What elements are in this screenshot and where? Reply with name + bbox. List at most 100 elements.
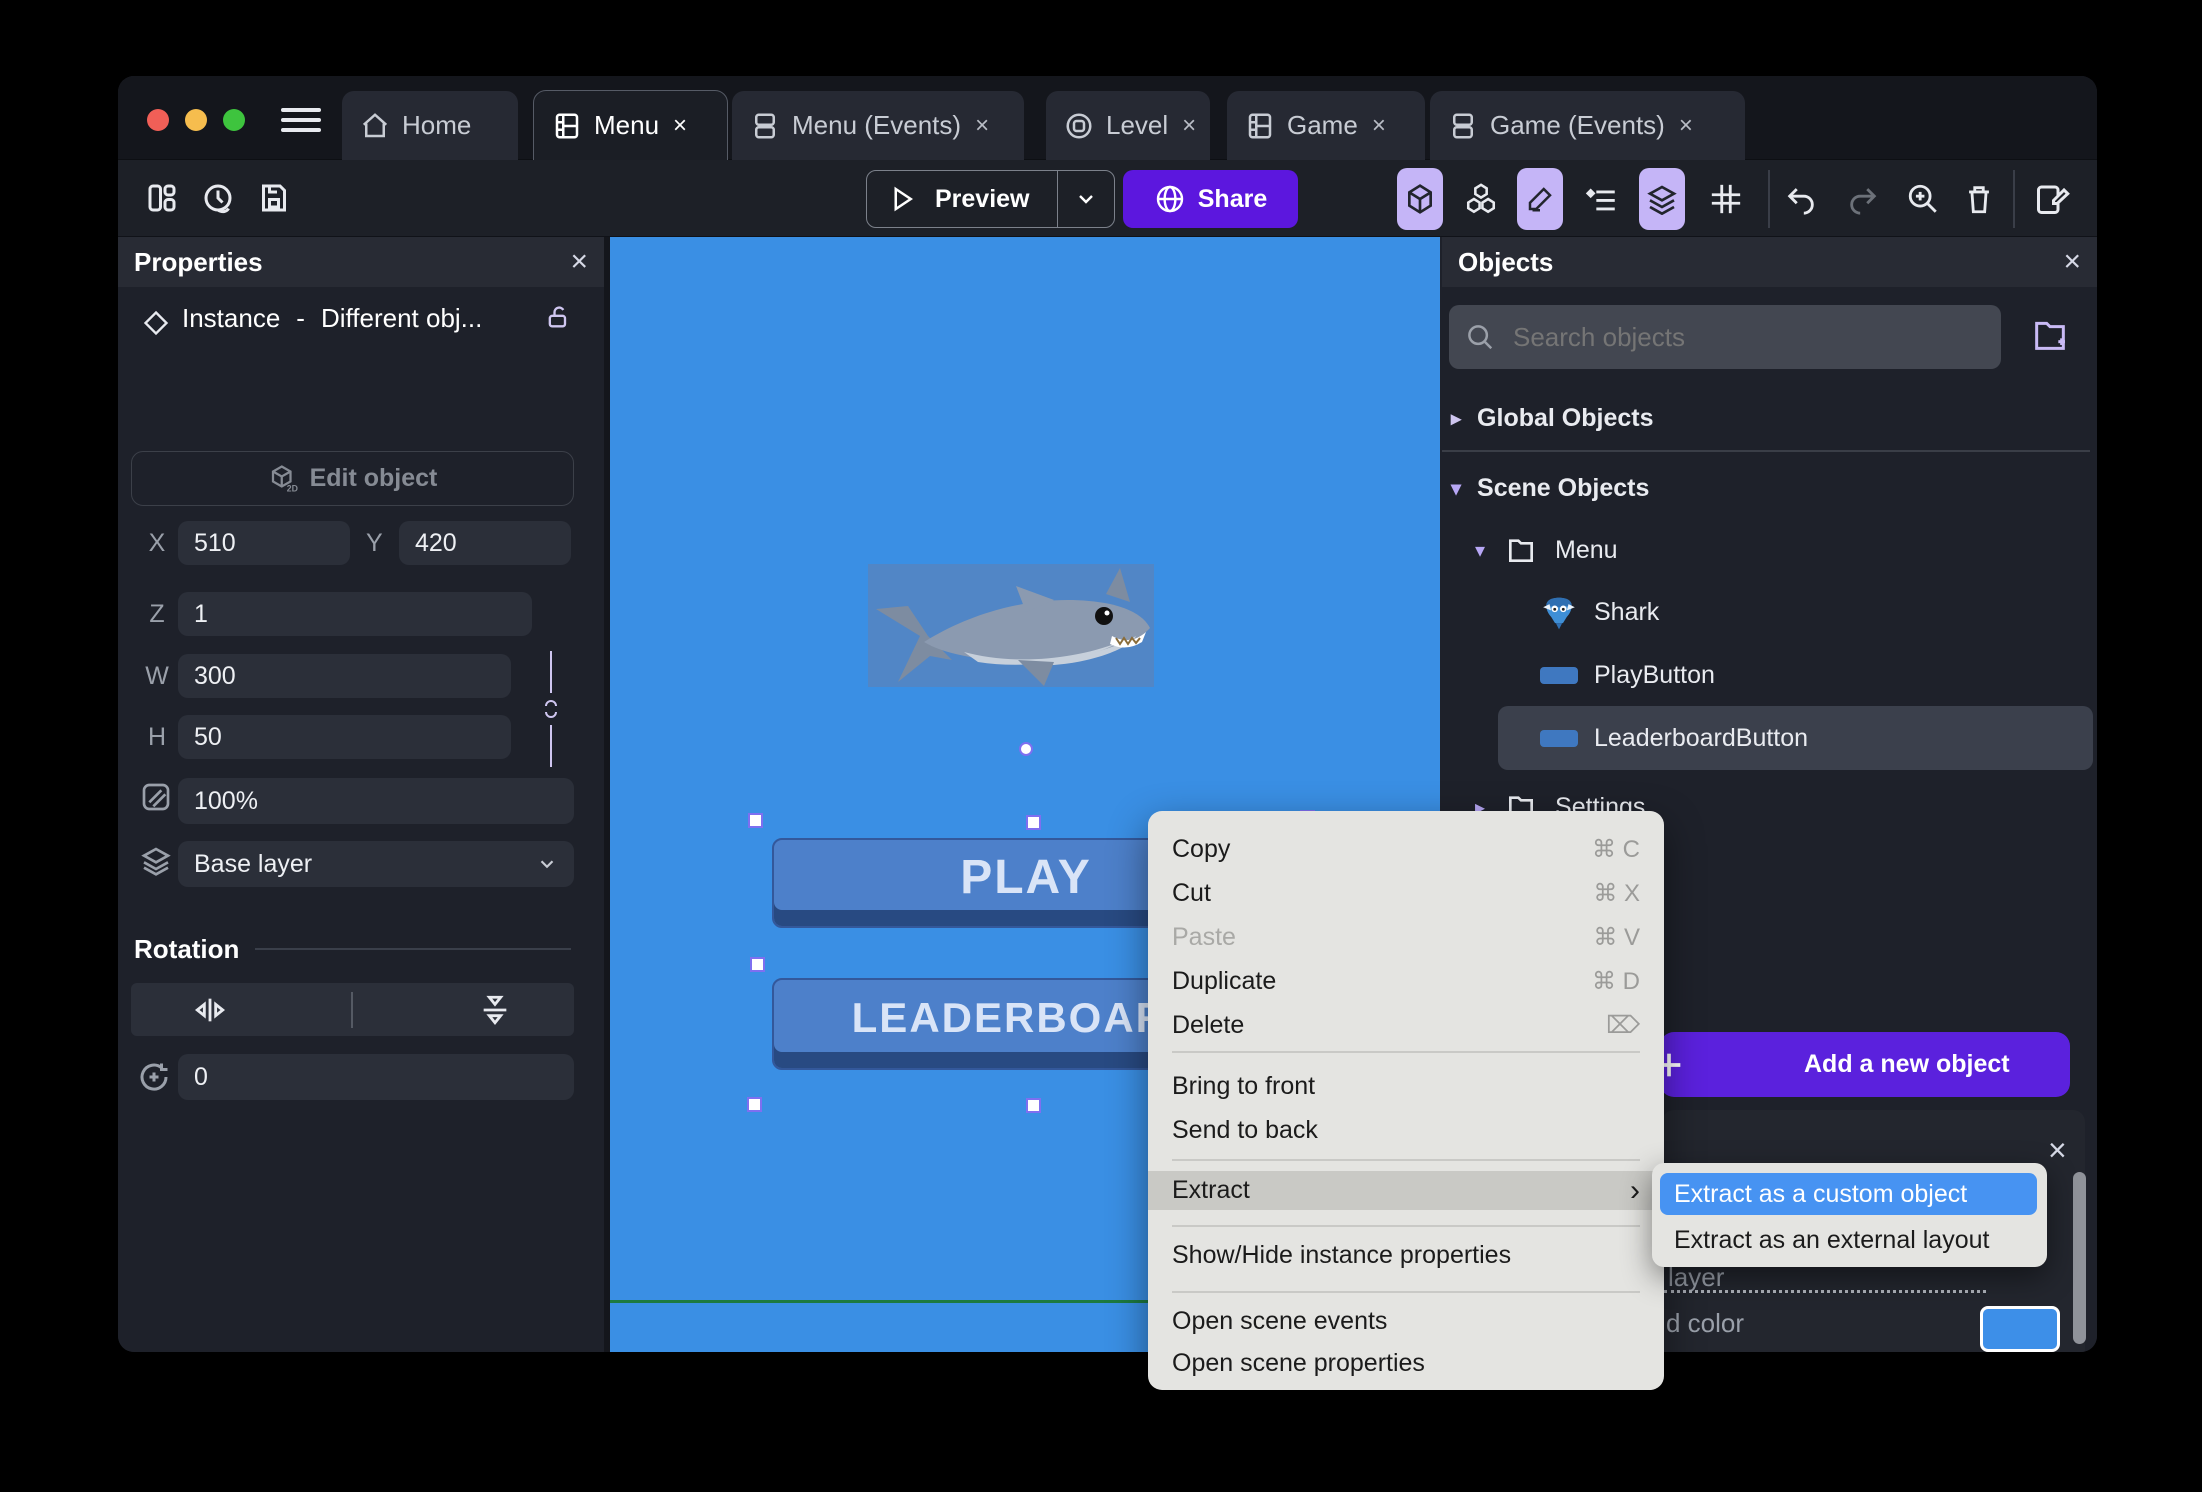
tree-item-label: Menu xyxy=(1555,535,1618,564)
tab-close-icon[interactable]: × xyxy=(1372,112,1386,140)
tab-menu-events[interactable]: Menu (Events) × xyxy=(732,91,1024,160)
tree-row-menu-folder[interactable]: ▾ Menu xyxy=(1475,526,2085,574)
resize-handle-bottom-left[interactable] xyxy=(747,1097,762,1112)
menu-item-send-to-back[interactable]: Send to back xyxy=(1148,1108,1664,1152)
menu-item-copy[interactable]: Copy ⌘ C xyxy=(1148,827,1664,871)
cube-2d-icon: 2D xyxy=(271,464,298,493)
rotation-input[interactable] xyxy=(178,1054,574,1100)
home-icon xyxy=(362,112,388,137)
y-input[interactable] xyxy=(399,521,571,565)
edit-object-button[interactable]: 2D Edit object xyxy=(131,451,574,506)
layer-select[interactable]: Base layer xyxy=(178,841,574,887)
tab-home[interactable]: Home xyxy=(342,91,518,160)
tab-menu[interactable]: Menu × xyxy=(533,90,728,161)
project-manager-icon[interactable] xyxy=(144,180,180,216)
rotation-handle[interactable] xyxy=(1019,742,1033,756)
flip-horizontal-icon[interactable] xyxy=(193,993,227,1027)
link-w-h-icon[interactable] xyxy=(539,697,563,721)
main-menu-icon[interactable] xyxy=(281,108,321,132)
w-input[interactable] xyxy=(178,654,511,698)
tab-level[interactable]: Level × xyxy=(1046,91,1210,160)
trash-icon[interactable] xyxy=(1956,168,2002,230)
tab-close-icon[interactable]: × xyxy=(1679,112,1693,140)
tab-close-icon[interactable]: × xyxy=(975,112,989,140)
3d-box-tool-icon[interactable] xyxy=(1397,168,1443,230)
zoom-icon[interactable] xyxy=(1900,168,1946,230)
instance-header: Instance - Different obj... xyxy=(182,303,542,334)
tree-row-shark[interactable]: Shark xyxy=(1540,588,2085,636)
menu-item-extract[interactable]: Extract › xyxy=(1148,1171,1664,1210)
shark-sprite[interactable] xyxy=(868,564,1154,687)
color-swatch[interactable] xyxy=(1980,1306,2060,1352)
search-box[interactable] xyxy=(1449,305,2001,369)
instances-list-icon[interactable] xyxy=(1579,168,1625,230)
tree-row-leaderboardbutton[interactable]: LeaderboardButton xyxy=(1540,714,2085,762)
add-new-object-button[interactable]: Add a new object xyxy=(1657,1032,2070,1097)
resize-handle-bottom-center[interactable] xyxy=(1026,1098,1041,1113)
history-icon[interactable] xyxy=(200,180,236,216)
resize-handle-top-left[interactable] xyxy=(748,813,763,828)
menu-item-duplicate[interactable]: Duplicate ⌘ D xyxy=(1148,959,1664,1003)
z-input[interactable] xyxy=(178,592,532,636)
menu-item-cut[interactable]: Cut ⌘ X xyxy=(1148,871,1664,915)
submenu-item-extract-custom-object[interactable]: Extract as a custom object xyxy=(1660,1173,2037,1215)
chevron-right-icon[interactable]: ▸ xyxy=(1451,406,1461,431)
redo-icon[interactable] xyxy=(1840,168,1886,230)
search-input[interactable] xyxy=(1511,320,1951,354)
tab-close-icon[interactable]: × xyxy=(1182,112,1196,140)
edit-scene-properties-icon[interactable] xyxy=(2026,168,2078,230)
tab-close-icon[interactable]: × xyxy=(673,112,687,140)
resize-handle-mid-left[interactable] xyxy=(750,957,765,972)
resize-handle-top-center[interactable] xyxy=(1026,815,1041,830)
menu-item-open-scene-properties[interactable]: Open scene properties xyxy=(1148,1341,1664,1385)
chevron-down-icon[interactable] xyxy=(1074,187,1098,211)
chevron-down-icon[interactable]: ▾ xyxy=(1451,476,1461,501)
menu-item-show-hide-instance-properties[interactable]: Show/Hide instance properties xyxy=(1148,1233,1664,1277)
submenu-item-extract-external-layout[interactable]: Extract as an external layout xyxy=(1674,1220,1989,1260)
opacity-input[interactable] xyxy=(178,778,574,824)
preview-button[interactable]: Preview xyxy=(866,170,1115,228)
menu-item-delete[interactable]: Delete ⌦ xyxy=(1148,1003,1664,1047)
tree-row-playbutton[interactable]: PlayButton xyxy=(1540,651,2085,699)
edit-object-label: Edit object xyxy=(309,464,438,492)
tab-game[interactable]: Game × xyxy=(1227,91,1425,160)
share-button[interactable]: Share xyxy=(1123,170,1298,228)
chevron-down-icon[interactable]: ▾ xyxy=(1475,538,1485,563)
scene-icon xyxy=(1248,113,1272,138)
add-folder-icon[interactable] xyxy=(2030,315,2070,355)
rotate-icon xyxy=(136,1059,172,1095)
menu-divider xyxy=(1172,1225,1640,1227)
menu-item-open-scene-events[interactable]: Open scene events xyxy=(1148,1299,1664,1343)
edit-pencil-tool-icon[interactable] xyxy=(1517,168,1563,230)
grid-icon[interactable] xyxy=(1703,168,1749,230)
preview-label: Preview xyxy=(935,184,1030,213)
global-objects-section[interactable]: ▸ Global Objects xyxy=(1451,397,2091,439)
menu-item-bring-to-front[interactable]: Bring to front xyxy=(1148,1064,1664,1108)
traffic-close-button[interactable] xyxy=(147,109,169,131)
h-input[interactable] xyxy=(178,715,511,759)
x-input[interactable] xyxy=(178,521,350,565)
layers-tool-icon[interactable] xyxy=(1639,168,1685,230)
objects-stack-icon[interactable] xyxy=(1458,168,1504,230)
close-icon[interactable]: × xyxy=(2063,245,2081,279)
traffic-zoom-button[interactable] xyxy=(223,109,245,131)
context-menu: Copy ⌘ C Cut ⌘ X Paste ⌘ V Duplicate ⌘ D… xyxy=(1148,811,1664,1390)
flip-vertical-icon[interactable] xyxy=(478,993,512,1027)
events-sheet-icon xyxy=(755,113,775,138)
scene-objects-section[interactable]: ▾ Scene Objects xyxy=(1451,467,2091,509)
close-icon[interactable]: × xyxy=(570,245,588,279)
h-label: H xyxy=(147,723,167,751)
undo-icon[interactable] xyxy=(1778,168,1824,230)
w-label: W xyxy=(145,662,169,690)
close-icon[interactable]: × xyxy=(2048,1132,2067,1169)
tab-game-events[interactable]: Game (Events) × xyxy=(1430,91,1745,160)
svg-text:2D: 2D xyxy=(286,483,297,493)
save-icon[interactable] xyxy=(256,180,292,216)
objects-title: Objects xyxy=(1458,246,1554,277)
menu-shortcut: ⌘ V xyxy=(1593,923,1640,951)
traffic-minimize-button[interactable] xyxy=(185,109,207,131)
scrollbar-thumb[interactable] xyxy=(2073,1172,2086,1344)
tab-label: Game (Events) xyxy=(1490,110,1665,140)
menu-item-label: Duplicate xyxy=(1172,966,1277,995)
unlock-icon[interactable] xyxy=(544,303,572,331)
